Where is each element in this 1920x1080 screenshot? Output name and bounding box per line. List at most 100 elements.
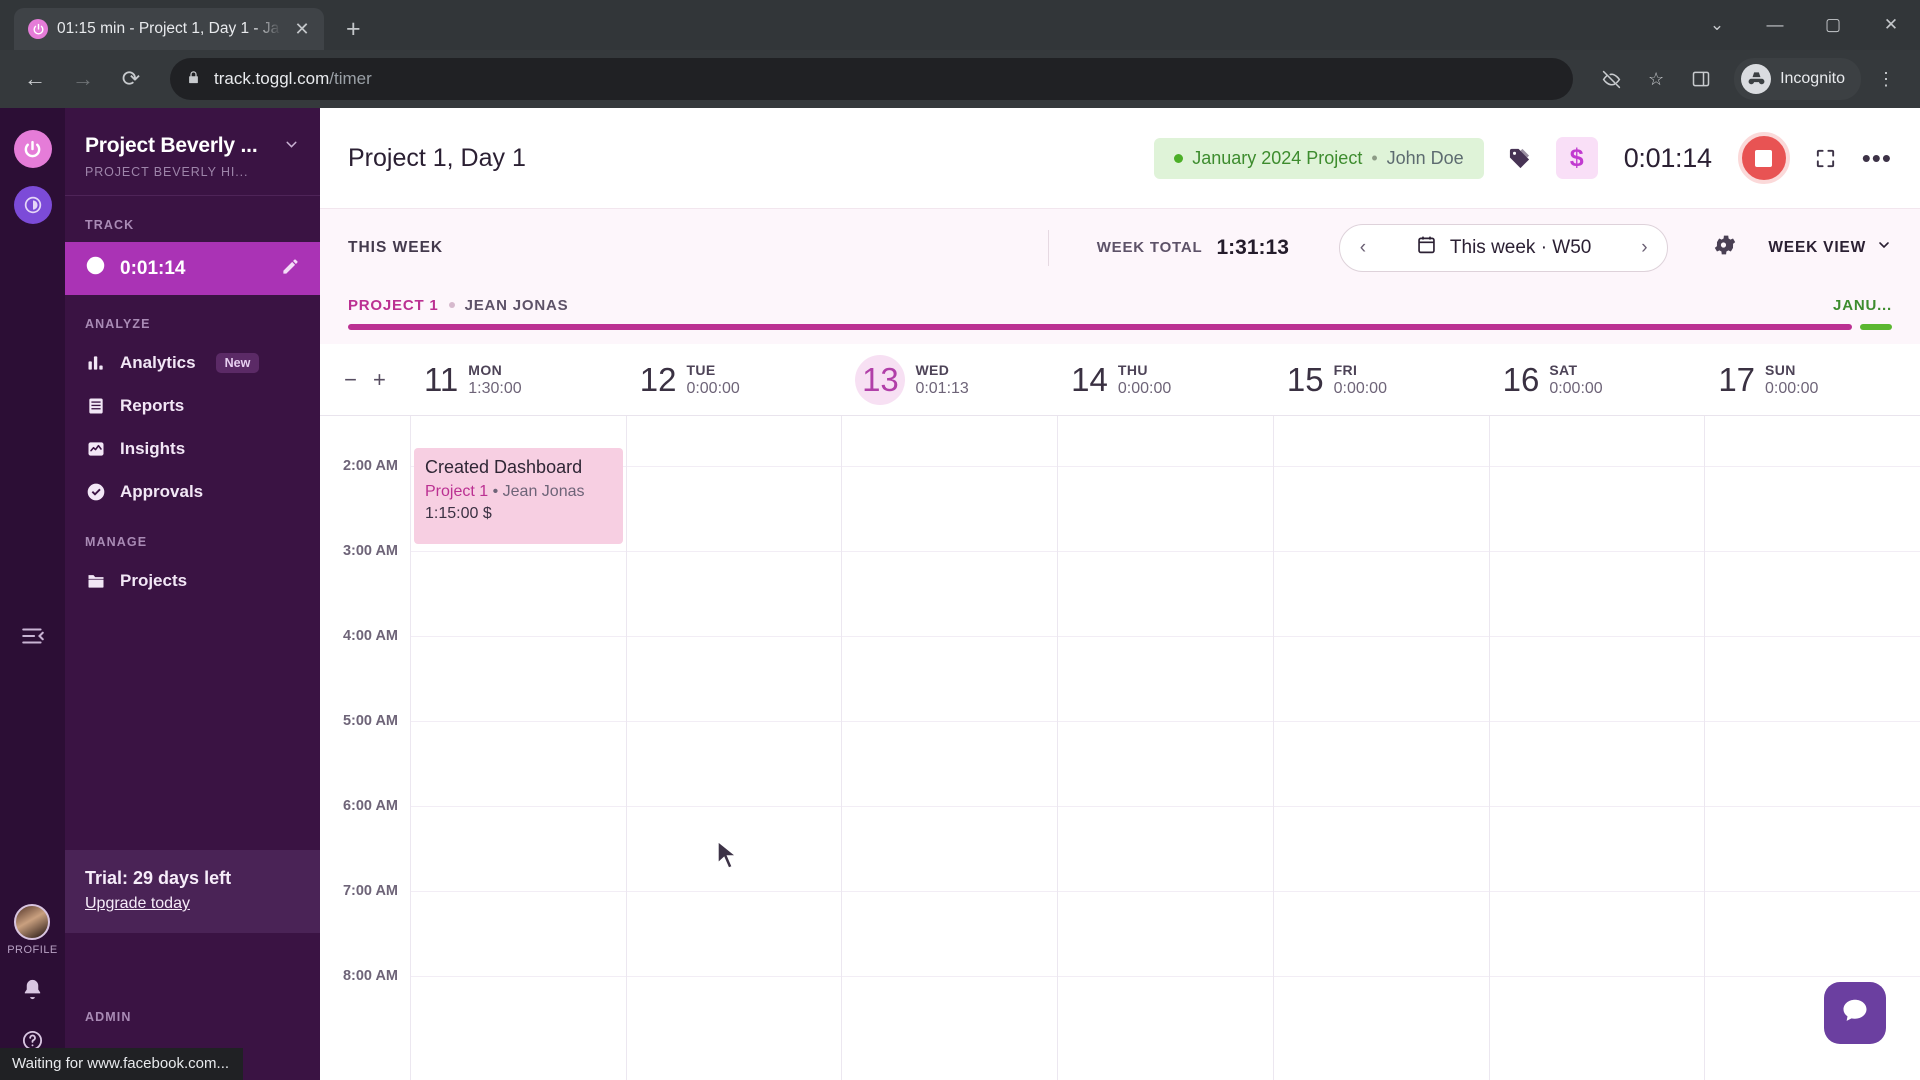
sidebar-item-reports[interactable]: Reports: [65, 384, 320, 427]
toolbar-actions: ☆ Incognito ⋮: [1591, 58, 1906, 100]
day-header-sat[interactable]: 16 SAT 0:00:00: [1489, 344, 1705, 415]
previous-week-button[interactable]: ‹: [1340, 225, 1386, 271]
week-range-button[interactable]: This week · W50: [1386, 234, 1621, 261]
day-duration: 0:00:00: [1117, 379, 1172, 397]
zoom-in-button[interactable]: +: [373, 367, 386, 393]
workspace-header[interactable]: Project Beverly ... PROJECT BEVERLY HI..…: [65, 108, 320, 196]
sidebar-item-analytics[interactable]: Analytics New: [65, 341, 320, 384]
tab-strip: 01:15 min - Project 1, Day 1 - Ja ✕ + ⌄ …: [0, 0, 1920, 50]
day-header-fri[interactable]: 15 FRI 0:00:00: [1273, 344, 1489, 415]
incognito-profile-button[interactable]: Incognito: [1734, 58, 1861, 100]
sidebar-section-admin: ADMIN: [85, 1010, 132, 1024]
next-week-button[interactable]: ›: [1621, 225, 1667, 271]
day-column-sun[interactable]: [1704, 416, 1920, 1080]
day-duration: 0:00:00: [686, 379, 740, 397]
toggl-work-icon[interactable]: [13, 186, 52, 224]
time-axis: 2:00 AM 3:00 AM 4:00 AM 5:00 AM 6:00 AM …: [320, 416, 410, 1080]
sidebar-item-timer[interactable]: 0:01:14: [65, 242, 320, 295]
day-number: 17: [1718, 360, 1756, 398]
pencil-icon[interactable]: [281, 257, 300, 281]
maximize-button[interactable]: ▢: [1804, 0, 1862, 50]
day-header-thu[interactable]: 14 THU 0:00:00: [1057, 344, 1273, 415]
zoom-out-button[interactable]: −: [344, 367, 357, 393]
day-weekday: WED: [915, 361, 950, 378]
page-title[interactable]: Project 1, Day 1: [348, 144, 1138, 173]
timer-header: Project 1, Day 1 January 2024 Project • …: [320, 108, 1920, 208]
toggl-logo-icon: [28, 19, 48, 39]
time-entry-block[interactable]: Created Dashboard Project 1 • Jean Jonas…: [414, 448, 623, 544]
week-picker[interactable]: ‹ This week · W50 ›: [1338, 223, 1669, 272]
stop-timer-button[interactable]: [1737, 132, 1790, 184]
toggl-track-logo-icon[interactable]: [13, 130, 52, 168]
collapse-sidebar-icon[interactable]: [20, 623, 46, 654]
sidebar-timer-value: 0:01:14: [120, 257, 186, 279]
profile-avatar-button[interactable]: PROFILE: [7, 904, 58, 956]
sidebar-item-label: Analytics: [120, 352, 196, 372]
side-panel-icon[interactable]: [1681, 59, 1721, 99]
sidebar-item-approvals[interactable]: Approvals: [65, 470, 320, 513]
entry-meta: Project 1 • Jean Jonas: [425, 482, 612, 502]
sidebar-item-label: Reports: [120, 395, 185, 415]
folder-icon: [85, 570, 106, 591]
avatar: [14, 904, 51, 940]
chevron-down-icon[interactable]: [283, 136, 300, 156]
tab-search-icon[interactable]: ⌄: [1688, 0, 1746, 50]
chat-support-button[interactable]: [1824, 982, 1886, 1044]
sidebar-item-projects[interactable]: Projects: [65, 559, 320, 602]
day-header-wed[interactable]: 13 WED 0:01:13: [841, 344, 1057, 415]
minimize-button[interactable]: —: [1746, 0, 1804, 50]
close-window-button[interactable]: ✕: [1862, 0, 1920, 50]
main-sidebar: Project Beverly ... PROJECT BEVERLY HI..…: [65, 108, 320, 1080]
bookmark-star-icon[interactable]: ☆: [1636, 59, 1676, 99]
forward-button[interactable]: →: [62, 58, 104, 100]
week-total-label: WEEK TOTAL: [1096, 239, 1203, 256]
clock-icon: [85, 255, 106, 282]
day-column-fri[interactable]: [1272, 416, 1489, 1080]
expand-icon[interactable]: [1806, 138, 1846, 178]
bell-icon[interactable]: [21, 978, 44, 1007]
sidebar-item-label: Insights: [120, 438, 186, 458]
day-column-wed[interactable]: [841, 416, 1058, 1080]
day-weekday: SUN: [1765, 361, 1796, 378]
entry-separator: •: [492, 483, 499, 500]
week-range-label: This week · W50: [1449, 236, 1592, 258]
sidebar-item-insights[interactable]: Insights: [65, 427, 320, 470]
workspace-name: Project Beverly ...: [85, 134, 258, 157]
browser-status-bar: Waiting for www.facebook.com...: [0, 1048, 244, 1080]
day-column-mon[interactable]: Created Dashboard Project 1 • Jean Jonas…: [410, 416, 626, 1080]
sidebar-item-label: Approvals: [120, 481, 204, 501]
upgrade-today-link[interactable]: Upgrade today: [85, 895, 190, 913]
day-header-mon[interactable]: 11 MON 1:30:00: [410, 344, 626, 415]
day-header-sun[interactable]: 17 SUN 0:00:00: [1704, 344, 1920, 415]
chat-icon: [1840, 996, 1870, 1031]
back-button[interactable]: ←: [14, 58, 56, 100]
day-weekday: SAT: [1549, 361, 1578, 378]
lock-icon: [186, 70, 201, 88]
tag-icon[interactable]: [1500, 138, 1540, 178]
day-column-thu[interactable]: [1057, 416, 1273, 1080]
close-tab-icon[interactable]: ✕: [290, 19, 314, 40]
summary-project-name: PROJECT 1: [348, 296, 439, 314]
week-view-dropdown[interactable]: WEEK VIEW: [1768, 237, 1892, 258]
browser-tab[interactable]: 01:15 min - Project 1, Day 1 - Ja ✕: [14, 8, 324, 50]
day-duration: 0:00:00: [1333, 379, 1387, 397]
day-column-sat[interactable]: [1488, 416, 1705, 1080]
project-color-dot: [1174, 153, 1184, 163]
calendar-settings-gear-icon[interactable]: [1712, 232, 1738, 263]
browser-menu-icon[interactable]: ⋮: [1866, 59, 1906, 99]
address-bar[interactable]: track.toggl.com/timer: [170, 58, 1574, 100]
new-tab-button[interactable]: +: [346, 15, 361, 44]
url-path: /timer: [329, 69, 372, 88]
project-pill[interactable]: January 2024 Project • John Doe: [1154, 137, 1484, 179]
billable-toggle[interactable]: $: [1555, 137, 1598, 179]
day-number: 16: [1502, 360, 1540, 398]
time-label: 5:00 AM: [342, 713, 398, 729]
stop-square-icon: [1755, 149, 1773, 167]
eye-off-icon[interactable]: [1591, 59, 1631, 99]
day-header-tue[interactable]: 12 TUE 0:00:00: [626, 344, 842, 415]
reload-button[interactable]: ⟳: [110, 58, 152, 100]
more-options-icon[interactable]: •••: [1862, 143, 1892, 174]
day-column-tue[interactable]: [625, 416, 842, 1080]
sidebar-item-label: Projects: [120, 570, 188, 590]
week-view-label: WEEK VIEW: [1768, 238, 1866, 256]
